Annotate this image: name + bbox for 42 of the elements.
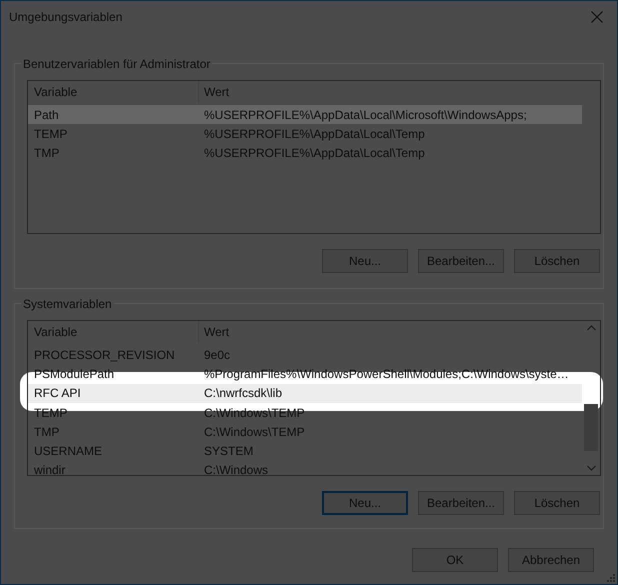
scrollbar-thumb[interactable] [584, 404, 598, 451]
table-row[interactable]: TMP C:\Windows\TEMP [28, 422, 582, 442]
table-cell-text: RFC API [33, 385, 82, 402]
table-cell-text: Path [33, 106, 60, 124]
table-cell-text: windir [33, 462, 66, 475]
table-row[interactable]: windir C:\Windows [28, 460, 582, 475]
table-row[interactable]: TEMP %USERPROFILE%\AppData\Local\Temp [28, 124, 582, 144]
table-row[interactable]: TMP %USERPROFILE%\AppData\Local\Temp [28, 144, 582, 163]
dialog-button[interactable]: Löschen [514, 491, 600, 515]
table-cell-text: C:\nwrfcsdk\lib [203, 385, 282, 402]
column-header[interactable]: Variable [28, 321, 199, 343]
column-header[interactable]: Variable [28, 81, 199, 103]
dialog-button[interactable]: Neu... [322, 491, 408, 515]
resize-grip-icon[interactable] [605, 572, 615, 582]
close-icon [591, 10, 603, 22]
table-cell-text: %USERPROFILE%\AppData\Local\Temp [203, 126, 425, 143]
table-row[interactable]: Path %USERPROFILE%\AppData\Local\Microsoft\WindowsApps; [28, 105, 582, 124]
dialog-button[interactable]: Abbrechen [508, 548, 594, 572]
window-title: Umgebungsvariablen [9, 8, 122, 26]
table-cell-text: TMP [33, 145, 60, 162]
dialog-button[interactable]: Bearbeiten... [418, 491, 504, 515]
table-cell-text: 9e0c [203, 346, 230, 364]
dialog-button[interactable]: Neu... [322, 249, 408, 273]
column-header[interactable]: Wert [199, 81, 582, 103]
table-cell-text: TEMP [33, 126, 68, 143]
table-cell-text: C:\Windows [203, 462, 268, 475]
table-cell-text: %USERPROFILE%\AppData\Local\Temp [203, 145, 425, 162]
table-cell-text: C:\Windows\TEMP [203, 424, 305, 441]
chevron-down-icon[interactable] [586, 465, 596, 471]
dialog-button[interactable]: OK [412, 548, 498, 572]
chevron-up-icon[interactable] [586, 325, 596, 331]
dialog-button[interactable]: Löschen [514, 249, 600, 273]
dialog-button[interactable]: Bearbeiten... [418, 249, 504, 273]
column-header[interactable]: Wert [199, 321, 582, 343]
table-row[interactable]: USERNAME SYSTEM [28, 441, 582, 461]
table-cell-text: TMP [33, 424, 60, 441]
table-cell-text: SYSTEM [203, 443, 254, 460]
table-row[interactable]: RFC API C:\nwrfcsdk\lib [28, 384, 582, 403]
table-cell-text: %USERPROFILE%\AppData\Local\Microsoft\WindowsApps; [203, 106, 527, 124]
table-row[interactable]: PROCESSOR_REVISION 9e0c [28, 345, 582, 364]
table-cell-text: USERNAME [33, 443, 104, 460]
table-cell-text: PROCESSOR_REVISION [33, 346, 176, 364]
